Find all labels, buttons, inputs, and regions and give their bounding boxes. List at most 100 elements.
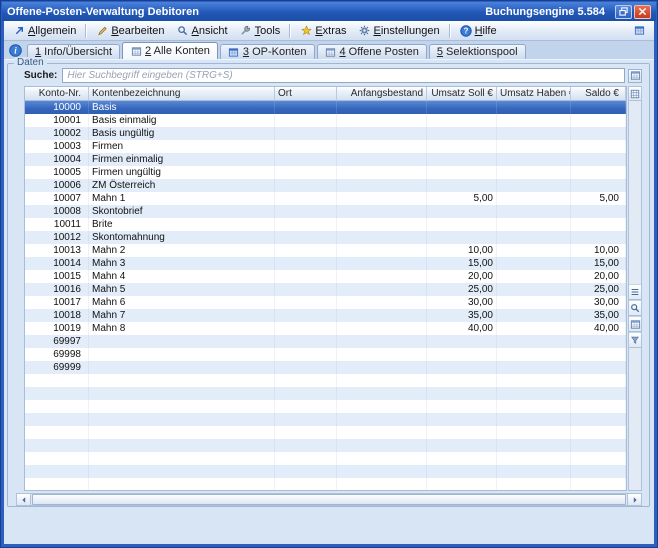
table-row-empty[interactable] (25, 374, 626, 387)
info-icon[interactable]: i (9, 44, 22, 57)
table-row[interactable]: 10002Basis ungültig (25, 127, 626, 140)
table-row-empty[interactable] (25, 465, 626, 478)
cell-soll (427, 348, 497, 361)
cell-konto: 10015 (25, 270, 89, 283)
table-row[interactable]: 69998 (25, 348, 626, 361)
cell-ort (275, 335, 337, 348)
cell-ort (275, 192, 337, 205)
cell-ort (275, 270, 337, 283)
menu-tools[interactable]: Tools (234, 23, 287, 39)
cell-haben (497, 127, 571, 140)
cell-anf (337, 439, 427, 452)
cell-haben (497, 283, 571, 296)
cell-saldo (571, 374, 626, 387)
restore-icon (618, 6, 630, 18)
table-body: 10000Basis10001Basis einmalig10002Basis … (25, 101, 626, 490)
cell-soll: 15,00 (427, 257, 497, 270)
search-grid-button[interactable] (629, 300, 641, 316)
cell-anf (337, 413, 427, 426)
cell-ort (275, 361, 337, 374)
cell-anf (337, 179, 427, 192)
column-header-haben[interactable]: Umsatz Haben € (497, 87, 571, 100)
table-row[interactable]: 10017Mahn 630,0030,00 (25, 296, 626, 309)
tab-selektionspool[interactable]: 5 Selektionspool (429, 44, 526, 59)
restore-button[interactable] (615, 5, 632, 19)
cell-bez: Mahn 7 (89, 309, 275, 322)
table-row[interactable]: 10012Skontomahnung (25, 231, 626, 244)
cell-saldo (571, 101, 626, 114)
search-options-button[interactable] (628, 69, 642, 83)
table-row[interactable]: 69997 (25, 335, 626, 348)
cell-konto: 10017 (25, 296, 89, 309)
table-row[interactable]: 10018Mahn 735,0035,00 (25, 309, 626, 322)
cell-ort (275, 387, 337, 400)
vertical-scrollbar[interactable] (628, 86, 642, 491)
tools-icon (240, 25, 252, 37)
table-row[interactable]: 10005Firmen ungültig (25, 166, 626, 179)
column-header-bez[interactable]: Kontenbezeichnung (89, 87, 275, 100)
table-row-empty[interactable] (25, 478, 626, 490)
menu-hilfe[interactable]: ?Hilfe (454, 23, 503, 39)
list-view-button[interactable] (629, 284, 641, 300)
cell-ort (275, 426, 337, 439)
table-row-empty[interactable] (25, 387, 626, 400)
menu-bearbeiten[interactable]: Bearbeiten (90, 23, 170, 39)
close-button[interactable] (634, 5, 651, 19)
cell-soll (427, 387, 497, 400)
tab-offene-posten[interactable]: 4 Offene Posten (317, 44, 427, 59)
horizontal-scrollbar[interactable] (16, 493, 642, 506)
column-header-saldo[interactable]: Saldo € (571, 87, 626, 100)
table-row[interactable]: 10013Mahn 210,0010,00 (25, 244, 626, 257)
table-row[interactable]: 10006ZM Österreich (25, 179, 626, 192)
menu-allgemein[interactable]: Allgemein (7, 23, 82, 39)
cell-anf (337, 309, 427, 322)
column-header-ort[interactable]: Ort (275, 87, 337, 100)
cell-ort (275, 465, 337, 478)
cell-soll (427, 218, 497, 231)
table-row[interactable]: 10004Firmen einmalig (25, 153, 626, 166)
scroll-left-button[interactable] (17, 494, 31, 505)
window-content: Allgemein BearbeitenAnsichtTools ExtrasEin… (4, 21, 654, 544)
table-row-empty[interactable] (25, 426, 626, 439)
table-row[interactable]: 10019Mahn 840,0040,00 (25, 322, 626, 335)
search-input[interactable] (62, 68, 625, 83)
tab-op-konten[interactable]: 3 OP-Konten (220, 44, 315, 59)
menu-ansicht[interactable]: Ansicht (171, 23, 234, 39)
table-row-empty[interactable] (25, 413, 626, 426)
menu-extras[interactable]: Extras (294, 23, 352, 39)
scroll-right-button[interactable] (627, 494, 641, 505)
cell-saldo (571, 179, 626, 192)
table-row[interactable]: 10016Mahn 525,0025,00 (25, 283, 626, 296)
column-header-anf[interactable]: Anfangsbestand (337, 87, 427, 100)
table-row-empty[interactable] (25, 439, 626, 452)
column-options-button[interactable] (629, 87, 641, 101)
column-header-soll[interactable]: Umsatz Soll € (427, 87, 497, 100)
table-row[interactable]: 10011Brite (25, 218, 626, 231)
table-row[interactable]: 10003Firmen (25, 140, 626, 153)
column-header-konto[interactable]: Konto-Nr. (25, 87, 89, 100)
table-row[interactable]: 10000Basis (25, 101, 626, 114)
menu-toolbar-right-button[interactable] (627, 23, 651, 39)
filter-button[interactable] (629, 332, 641, 348)
cell-anf (337, 400, 427, 413)
cell-saldo: 15,00 (571, 257, 626, 270)
cell-anf (337, 166, 427, 179)
cell-konto (25, 387, 89, 400)
table-view-button[interactable] (629, 316, 641, 332)
table-row[interactable]: 10015Mahn 420,0020,00 (25, 270, 626, 283)
table-row[interactable]: 10007Mahn 15,005,00 (25, 192, 626, 205)
tab-alle-konten[interactable]: 2 Alle Konten (122, 42, 218, 59)
main-area: Daten Suche: Konto-Nr.KontenbezeichnungO… (4, 60, 654, 544)
table-row-empty[interactable] (25, 400, 626, 413)
cell-konto (25, 452, 89, 465)
table-row-empty[interactable] (25, 452, 626, 465)
table-row[interactable]: 10008Skontobrief (25, 205, 626, 218)
horizontal-scroll-thumb[interactable] (32, 494, 626, 505)
cell-haben (497, 439, 571, 452)
table-row[interactable]: 69999 (25, 361, 626, 374)
menu-einstellungen[interactable]: Einstellungen (353, 23, 446, 39)
table-row[interactable]: 10001Basis einmalig (25, 114, 626, 127)
cell-soll (427, 127, 497, 140)
table-row[interactable]: 10014Mahn 315,0015,00 (25, 257, 626, 270)
arrow-right-icon (629, 494, 641, 506)
